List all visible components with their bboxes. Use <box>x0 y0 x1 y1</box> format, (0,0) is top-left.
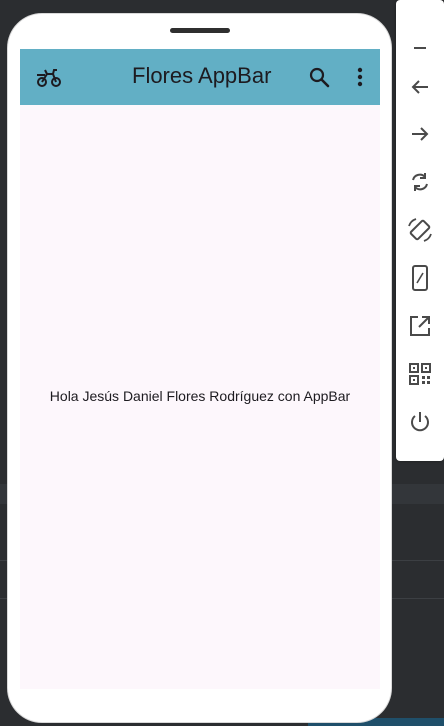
arrow-right-icon <box>412 127 429 141</box>
arrow-left-icon <box>411 80 428 94</box>
rotate-button[interactable] <box>406 168 434 196</box>
screen-rotation-button[interactable] <box>406 216 434 244</box>
minimize-button[interactable] <box>406 34 434 62</box>
forward-button[interactable] <box>406 120 434 148</box>
bike-delivery-icon[interactable] <box>36 65 62 89</box>
power-icon <box>411 412 429 432</box>
rotate-icon <box>412 173 428 191</box>
more-vert-icon[interactable] <box>350 66 370 88</box>
open-in-new-icon <box>410 316 430 336</box>
screen-rotation-icon <box>408 218 432 242</box>
minus-icon <box>414 47 426 49</box>
device-frame: Flores AppBar Hola Jesús Daniel Flores R… <box>8 14 391 722</box>
power-button[interactable] <box>406 408 434 436</box>
greeting-text: Hola Jesús Daniel Flores Rodríguez con A… <box>49 388 351 404</box>
app-bar: Flores AppBar <box>20 49 380 105</box>
device-screen: Flores AppBar Hola Jesús Daniel Flores R… <box>20 49 380 689</box>
emulator-toolbar <box>396 0 444 461</box>
back-button[interactable] <box>406 73 434 101</box>
search-icon[interactable] <box>308 66 330 88</box>
qr-code-icon <box>409 363 431 385</box>
device-speaker <box>170 28 230 33</box>
appbar-title: Flores AppBar <box>132 63 272 88</box>
resize-device-button[interactable] <box>406 264 434 292</box>
qr-code-button[interactable] <box>406 360 434 388</box>
open-external-button[interactable] <box>406 312 434 340</box>
device-resize-icon <box>412 265 428 291</box>
